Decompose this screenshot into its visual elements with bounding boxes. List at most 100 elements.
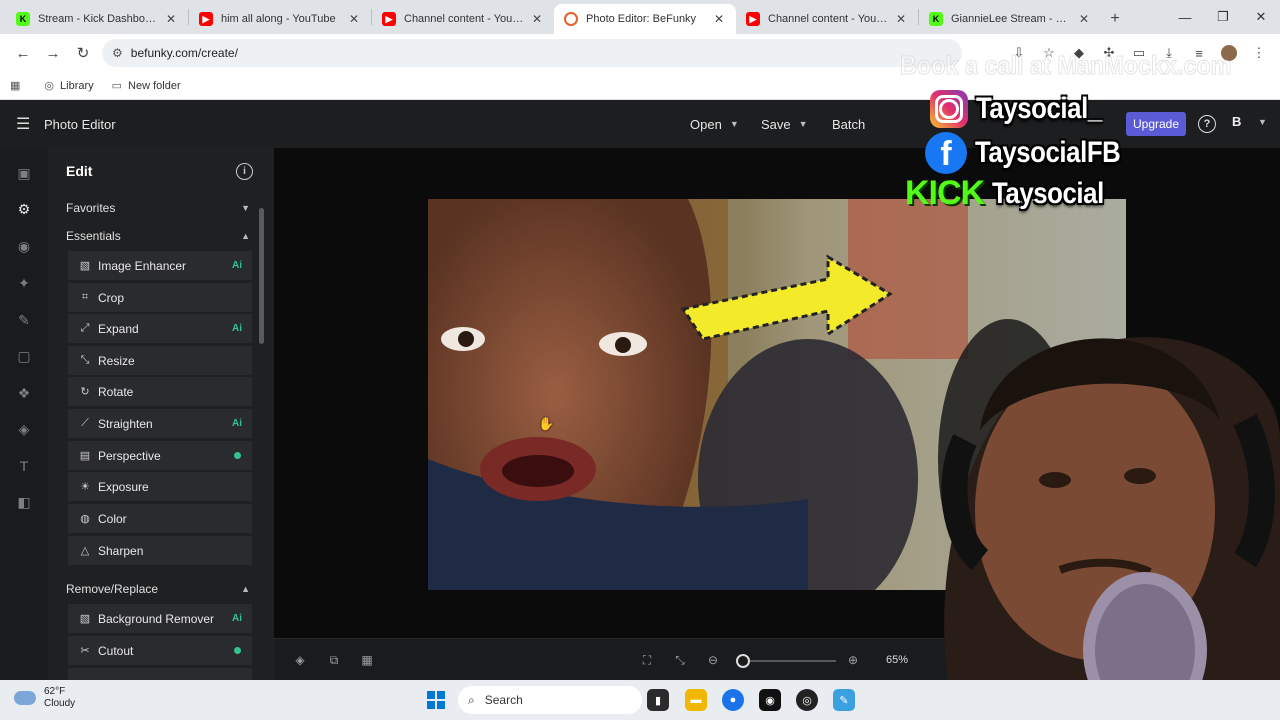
weather-widget[interactable]: 62°F Cloudy [14,686,75,710]
bookmark-library[interactable]: ◎ Library [44,79,93,93]
search-icon: ⌕ [468,692,475,707]
url-text: befunky.com/create/ [130,46,238,60]
compare-icon[interactable]: ⧉ [326,652,342,668]
tool-partial[interactable] [68,668,252,680]
image-icon[interactable]: ▣ [15,164,33,182]
artsy-icon[interactable]: ✎ [15,311,33,329]
close-window-icon[interactable]: ✕ [1242,0,1280,34]
tab-title: GiannieLee Stream - Watch [951,13,1071,25]
kebab-menu-icon[interactable]: ⋮ [1244,38,1274,68]
zoom-in-icon[interactable]: ⊕ [845,652,861,668]
tool-exposure[interactable]: ☀ Exposure [68,472,252,501]
windows-start-icon[interactable] [427,691,445,709]
actual-size-icon[interactable]: ⤡ [672,652,688,668]
tab-giannielee-stream[interactable]: K GiannieLee Stream - Watch ✕ [919,4,1101,34]
close-icon[interactable]: ✕ [894,12,908,26]
tool-image-enhancer[interactable]: ▧ Image Enhancer Ai [68,251,252,280]
befunky-icon [564,12,578,26]
chevron-down-icon: ▼ [241,203,250,213]
tool-perspective[interactable]: ▤ Perspective [68,441,252,470]
close-icon[interactable]: ✕ [712,12,726,26]
weather-condition: Cloudy [44,698,76,709]
tab-befunky-active[interactable]: Photo Editor: BeFunky ✕ [554,4,736,34]
restore-icon[interactable]: ❐ [1204,0,1242,34]
close-icon[interactable]: ✕ [1077,12,1091,26]
chevron-down-icon[interactable]: ▼ [1258,117,1267,127]
zoom-out-icon[interactable]: ⊖ [705,652,721,668]
task-view-icon[interactable]: ▮ [647,689,669,711]
close-icon[interactable]: ✕ [347,12,361,26]
fit-screen-icon[interactable]: ⛶ [639,652,655,668]
youtube-icon: ▶ [746,12,760,26]
texture-icon[interactable]: ◧ [15,493,33,511]
open-menu-button[interactable]: Open ▼ [682,110,747,138]
text-icon[interactable]: T [15,457,33,475]
close-icon[interactable]: ✕ [530,12,544,26]
edit-sliders-icon[interactable]: ⚙ [15,200,33,218]
user-initial[interactable]: B [1232,114,1241,129]
help-icon[interactable]: ? [1198,115,1216,133]
info-icon[interactable]: i [236,163,253,180]
effects-icon[interactable]: ✦ [15,274,33,292]
tool-crop[interactable]: ⌗ Crop [68,283,252,312]
app-icon[interactable]: ✎ [833,689,855,711]
tool-straighten[interactable]: ⟋ Straighten Ai [68,409,252,438]
apps-grid-icon[interactable]: ▦ [10,79,26,92]
section-remove-replace[interactable]: Remove/Replace ▲ [66,579,250,599]
ai-badge: Ai [232,323,242,334]
tool-background-remover[interactable]: ▧ Background Remover Ai [68,604,252,633]
overlay-icon[interactable]: ◈ [15,420,33,438]
kick-icon: K [16,12,30,26]
tool-rotate[interactable]: ↻ Rotate [68,377,252,406]
new-dot-indicator [234,452,241,459]
tab-youtube-channel-content-2[interactable]: ▶ Channel content - YouTube ✕ [736,4,918,34]
tab-youtube-him-all-along[interactable]: ▶ him all along - YouTube ✕ [189,4,371,34]
layers-icon[interactable]: ◈ [292,652,308,668]
graphics-icon[interactable]: ❖ [15,384,33,402]
bookmark-new-folder[interactable]: ▭ New folder [112,79,181,93]
weather-temp: 62°F [44,686,66,697]
tool-color[interactable]: ◍ Color [68,504,252,533]
browser-tab-strip: K Stream - Kick Dashboard ✕ ▶ him all al… [0,0,1280,34]
minimize-icon[interactable]: — [1166,0,1204,34]
kick-logo: KICK [905,174,985,212]
tool-expand[interactable]: ⤢ Expand Ai [68,314,252,343]
facebook-icon: f [925,132,967,174]
panel-scrollbar[interactable] [259,208,264,344]
stream-watermark: Book a call at ManMockx.com [900,50,1233,81]
camera-app-icon[interactable]: ◉ [759,689,781,711]
tab-title: Photo Editor: BeFunky [586,13,697,25]
tab-title: Channel content - YouTube [404,13,524,25]
youtube-icon: ▶ [199,12,213,26]
batch-button[interactable]: Batch [824,110,873,138]
hamburger-menu-icon[interactable]: ☰ [16,114,36,134]
site-info-icon[interactable]: ⚙ [112,46,123,60]
perspective-icon: ▤ [79,450,91,462]
tool-sharpen[interactable]: △ Sharpen [68,536,252,565]
new-dot-indicator [234,647,241,654]
forward-arrow-icon[interactable]: → [38,38,68,68]
tool-resize[interactable]: ⤡ Resize [68,346,252,375]
chrome-icon[interactable]: ● [722,689,744,711]
zoom-slider-handle[interactable] [736,654,750,668]
section-favorites[interactable]: Favorites ▼ [66,198,250,218]
straighten-icon: ⟋ [81,417,89,429]
reload-icon[interactable]: ↻ [68,38,98,68]
obs-icon[interactable]: ◎ [796,689,818,711]
close-icon[interactable]: ✕ [164,12,178,26]
back-arrow-icon[interactable]: ← [8,38,38,68]
address-bar[interactable]: ⚙ befunky.com/create/ [102,39,962,67]
taskbar-search[interactable]: ⌕ Search [458,686,642,714]
eye-icon[interactable]: ◉ [15,237,33,255]
grid-view-icon[interactable]: ▦ [359,652,375,668]
save-menu-button[interactable]: Save ▼ [753,110,816,138]
frame-icon[interactable]: ▢ [15,347,33,365]
tool-cutout[interactable]: ✂ Cutout [68,636,252,665]
zoom-slider[interactable] [744,660,836,662]
webcam-overlay [941,337,1280,720]
section-essentials[interactable]: Essentials ▲ [66,226,250,246]
tab-youtube-channel-content[interactable]: ▶ Channel content - YouTube ✕ [372,4,554,34]
file-explorer-icon[interactable]: ▬ [685,689,707,711]
tab-kick-dashboard[interactable]: K Stream - Kick Dashboard ✕ [6,4,188,34]
new-tab-button[interactable]: + [1101,4,1129,34]
